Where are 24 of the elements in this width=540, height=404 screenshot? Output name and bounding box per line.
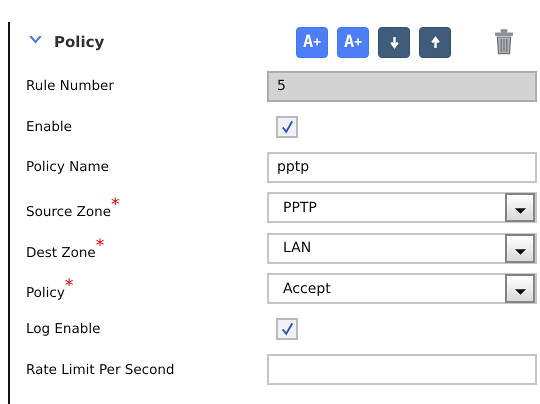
input-field[interactable] (267, 354, 537, 386)
dropdown[interactable]: Accept (267, 273, 537, 304)
move-up-button[interactable] (419, 26, 451, 58)
dropdown-arrow-icon[interactable] (514, 208, 526, 214)
field-label: Enable (26, 118, 73, 135)
field-label: Log Enable (26, 321, 102, 338)
checkmark-icon (280, 322, 294, 336)
field-label: Rate Limit Per Second (26, 362, 176, 378)
dropdown[interactable]: PPTP (267, 192, 537, 224)
field-label: Policy Name (26, 159, 110, 176)
up-arrow-icon (430, 36, 440, 48)
move-down-button[interactable] (378, 26, 410, 58)
dropdown-arrow-icon[interactable] (514, 248, 526, 255)
input-field[interactable]: pptp (267, 152, 537, 183)
field-label: Rule Number (26, 78, 115, 94)
trash-icon[interactable] (494, 29, 514, 55)
checkbox[interactable] (276, 116, 298, 138)
checkmark-icon (280, 120, 294, 134)
input-field[interactable]: 5 (267, 70, 537, 102)
section-title: Policy (54, 33, 106, 51)
dropdown-arrow-icon[interactable] (514, 289, 526, 296)
checkbox[interactable] (276, 318, 298, 340)
dropdown[interactable]: LAN (267, 232, 537, 264)
down-arrow-icon (388, 36, 400, 48)
